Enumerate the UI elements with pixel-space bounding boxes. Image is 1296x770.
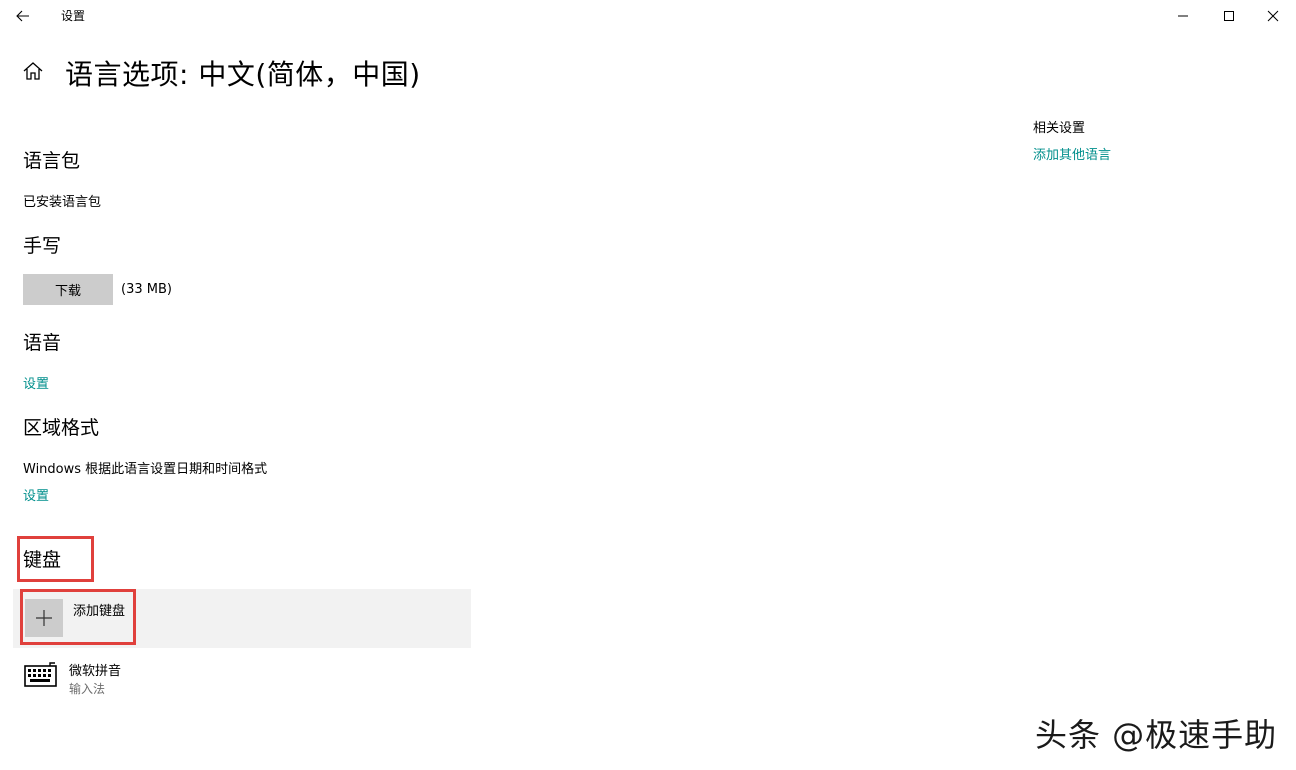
back-button[interactable]: [0, 0, 46, 32]
regional-format-settings-link[interactable]: 设置: [23, 485, 49, 504]
add-other-language-link[interactable]: 添加其他语言: [1033, 144, 1111, 163]
keyboard-icon: [24, 662, 57, 687]
watermark: 头条 @极速手助: [1035, 716, 1278, 754]
regional-format-heading: 区域格式: [23, 417, 100, 439]
maximize-button[interactable]: [1206, 0, 1252, 32]
speech-settings-link[interactable]: 设置: [23, 373, 49, 392]
minimize-button[interactable]: [1160, 0, 1206, 32]
app-title: 设置: [61, 9, 86, 23]
page-title: 语言选项: 中文(简体，中国): [65, 58, 421, 91]
language-pack-status: 已安装语言包: [23, 195, 102, 210]
add-keyboard-highlight: [20, 589, 136, 645]
home-icon: [23, 62, 43, 80]
download-button-label: 下载: [54, 284, 81, 299]
arrow-left-icon: [16, 10, 29, 22]
download-size: (33 MB): [121, 282, 172, 297]
download-button[interactable]: 下载: [23, 274, 113, 305]
keyboard-heading: 键盘: [23, 549, 62, 571]
speech-heading: 语音: [23, 332, 62, 354]
maximize-icon: [1224, 11, 1234, 21]
language-pack-heading: 语言包: [23, 150, 81, 172]
minimize-icon: [1178, 15, 1188, 17]
close-button[interactable]: [1250, 0, 1296, 32]
handwriting-heading: 手写: [23, 235, 62, 257]
related-settings-heading: 相关设置: [1033, 121, 1086, 136]
home-button[interactable]: [20, 58, 46, 84]
close-icon: [1267, 10, 1279, 22]
keyboard-item[interactable]: [24, 662, 58, 688]
title-bar: 设置: [0, 0, 1296, 32]
keyboard-item-type: 输入法: [69, 682, 106, 696]
regional-format-description: Windows 根据此语言设置日期和时间格式: [23, 462, 268, 477]
keyboard-item-name[interactable]: 微软拼音: [69, 660, 121, 679]
